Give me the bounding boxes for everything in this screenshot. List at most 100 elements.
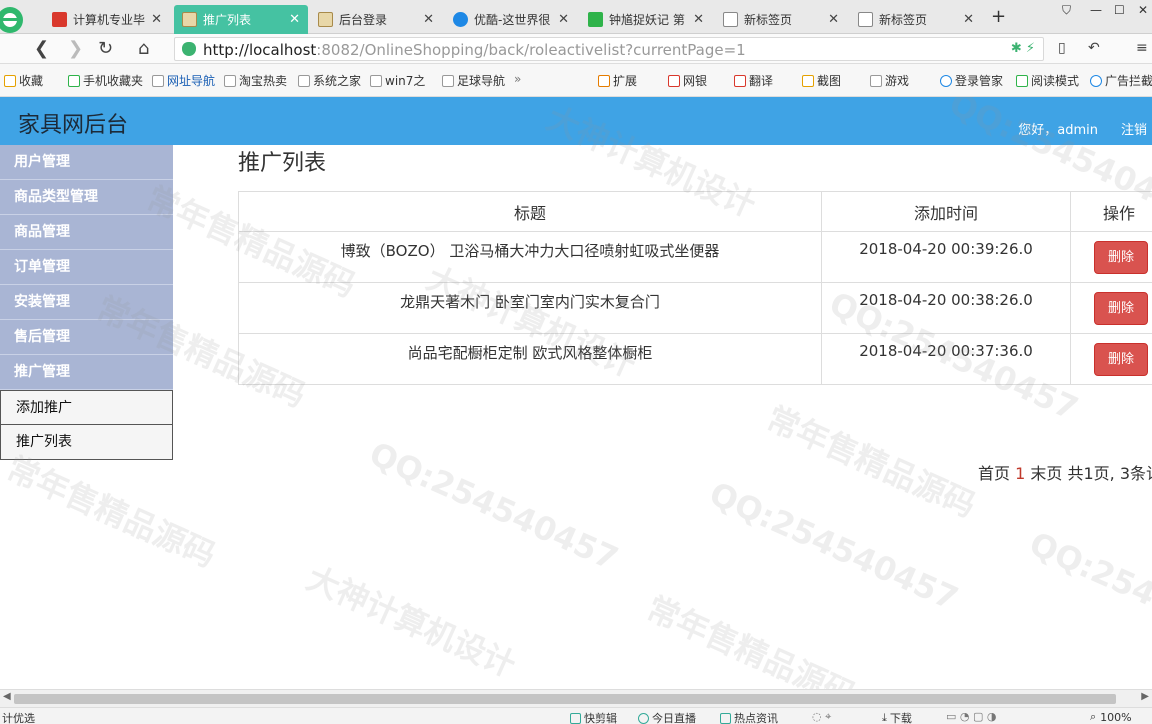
puzzle-icon [598,74,610,87]
close-icon[interactable]: ✕ [963,12,974,27]
user-greeting: 您好，admin [1018,123,1098,138]
page-icon [442,74,454,87]
sidebar-item-promotion-management[interactable]: 推广管理 [0,355,173,390]
scissors-icon [802,74,814,87]
fav-bank[interactable]: 网银 [668,72,707,89]
tab-new-tab-1[interactable]: 新标签页 ✕ [715,5,847,34]
first-page-link[interactable]: 首页 [978,464,1010,483]
close-icon[interactable]: ✕ [151,12,162,27]
delete-button[interactable]: 删除 [1094,240,1148,274]
phone-icon[interactable]: ▯ [1058,40,1066,56]
row-time: 2018-04-20 00:37:36.0 [821,333,1071,385]
menu-icon[interactable]: ≡ [1136,40,1148,56]
fav-taobao[interactable]: 淘宝热卖 [224,72,287,89]
close-icon[interactable]: ✕ [828,12,839,27]
page-icon [152,74,164,87]
search-icon [940,74,952,87]
horizontal-scrollbar[interactable]: ◀ ▶ [0,689,1152,707]
site-brand: 家具网后台 [18,113,129,138]
tab-new-tab-2[interactable]: 新标签页 ✕ [850,5,982,34]
status-news[interactable]: 热点资讯 [720,710,778,724]
close-icon[interactable]: ✕ [558,12,569,27]
close-window-icon[interactable]: ✕ [1138,3,1148,17]
status-live[interactable]: 今日直播 [638,710,696,724]
browser-logo-icon[interactable] [0,4,30,34]
refresh-icon[interactable]: ↻ [98,39,113,59]
pagination-summary: 共1页, 3条记 [1067,464,1152,483]
sidebar-item-category-management[interactable]: 商品类型管理 [0,180,173,215]
fav-mobile[interactable]: 手机收藏夹 [68,72,143,89]
status-download[interactable]: ⤓ 下载 [882,710,912,724]
tab-admin-login[interactable]: 后台登录 ✕ [310,5,442,34]
fav-win7[interactable]: win7之 [370,72,425,89]
scrollbar-thumb[interactable] [14,694,1116,704]
page-icon [370,74,382,87]
more-favorites-icon[interactable]: » [514,72,521,86]
sidebar-subitem-add-promotion[interactable]: 添加推广 [0,390,173,425]
bank-icon [668,74,680,87]
home-icon[interactable]: ⌂ [138,39,149,59]
row-title: 博致（BOZO） 卫浴马桶大冲力大口径喷射虹吸式坐便器 [238,231,822,283]
video-icon [570,712,581,724]
lightning-icon[interactable]: ✱ ⚡ [1011,41,1035,56]
sidebar-item-install-management[interactable]: 安装管理 [0,285,173,320]
fav-adblock[interactable]: 广告拦截 [1090,72,1152,89]
scroll-left-icon[interactable]: ◀ [3,691,11,702]
skin-icon[interactable]: ⛉ [1062,3,1071,18]
url-text[interactable]: http://localhost:8082/OnlineShopping/bac… [203,41,746,59]
last-page-link[interactable]: 末页 [1030,464,1062,483]
sidebar-item-order-management[interactable]: 订单管理 [0,250,173,285]
undo-icon[interactable]: ↶ [1088,40,1100,56]
zoom-level[interactable]: ⌕ 100% [1090,710,1132,724]
table-header-row: 标题 添加时间 操作 [238,191,1152,232]
sidebar-subitem-promotion-list[interactable]: 推广列表 [0,425,173,460]
fav-syszj[interactable]: 系统之家 [298,72,361,89]
play-icon [638,712,649,724]
tab-youku[interactable]: 优酷-这世界很 ✕ [445,5,577,34]
tab-computer-major[interactable]: 计算机专业毕 ✕ [44,5,170,34]
row-time: 2018-04-20 00:39:26.0 [821,231,1071,283]
close-icon[interactable]: ✕ [423,12,434,27]
minimize-icon[interactable]: — [1090,3,1102,17]
logout-link[interactable]: 注销 [1121,119,1147,138]
status-tools-icon[interactable]: ◌ ⌖ [812,710,831,724]
back-icon[interactable]: ❮ [34,39,49,59]
row-action-cell: 删除 [1070,231,1152,283]
sidebar-item-aftersale-management[interactable]: 售后管理 [0,320,173,355]
row-title: 龙鼎天著木门 卧室门室内门实木复合门 [238,282,822,334]
page-title: 推广列表 [238,151,327,176]
url-bar[interactable]: http://localhost:8082/OnlineShopping/bac… [174,37,1044,61]
fav-screenshot[interactable]: 截图 [802,72,841,89]
fav-translate[interactable]: 翻译 [734,72,773,89]
fav-games[interactable]: 游戏 [870,72,909,89]
watermark-text: 常年售精品源码 [761,398,982,525]
address-toolbar: ❮ ❯ ↻ ⌂ http://localhost:8082/OnlineShop… [0,34,1152,64]
watermark-text: 常年售精品源码 [1,448,222,575]
fav-login-manager[interactable]: 登录管家 [940,72,1003,89]
status-misc-icons[interactable]: ▭ ◔ ▢ ◑ [946,710,996,723]
tab-favicon-icon [182,12,197,27]
sidebar-item-user-management[interactable]: 用户管理 [0,145,173,180]
promotion-table: 标题 添加时间 操作 博致（BOZO） 卫浴马桶大冲力大口径喷射虹吸式坐便器 2… [238,191,1152,385]
watermark-text: 大神计算机设计 [301,558,522,685]
maximize-icon[interactable]: ☐ [1114,3,1125,17]
favorites-button[interactable]: 收藏 [4,72,43,89]
tab-zhongkui[interactable]: 钟馗捉妖记 第 ✕ [580,5,712,34]
close-icon[interactable]: ✕ [693,12,704,27]
delete-button[interactable]: 删除 [1094,291,1148,325]
fav-extensions[interactable]: 扩展 [598,72,637,89]
sidebar-item-product-management[interactable]: 商品管理 [0,215,173,250]
fav-football[interactable]: 足球导航 [442,72,505,89]
tab-promotion-list[interactable]: 推广列表 ✕ [174,5,308,34]
row-time: 2018-04-20 00:38:26.0 [821,282,1071,334]
grid-icon [723,12,738,27]
forward-icon[interactable]: ❯ [68,39,83,59]
delete-button[interactable]: 删除 [1094,342,1148,376]
fav-nav[interactable]: 网址导航 [152,72,215,89]
fav-reading-mode[interactable]: 阅读模式 [1016,72,1079,89]
scroll-right-icon[interactable]: ▶ [1141,691,1149,702]
status-quick-edit[interactable]: 快剪辑 [570,710,617,724]
close-icon[interactable]: ✕ [289,12,300,27]
status-left-text: 计优选 [2,712,35,724]
new-tab-plus-icon[interactable]: + [991,6,1006,27]
